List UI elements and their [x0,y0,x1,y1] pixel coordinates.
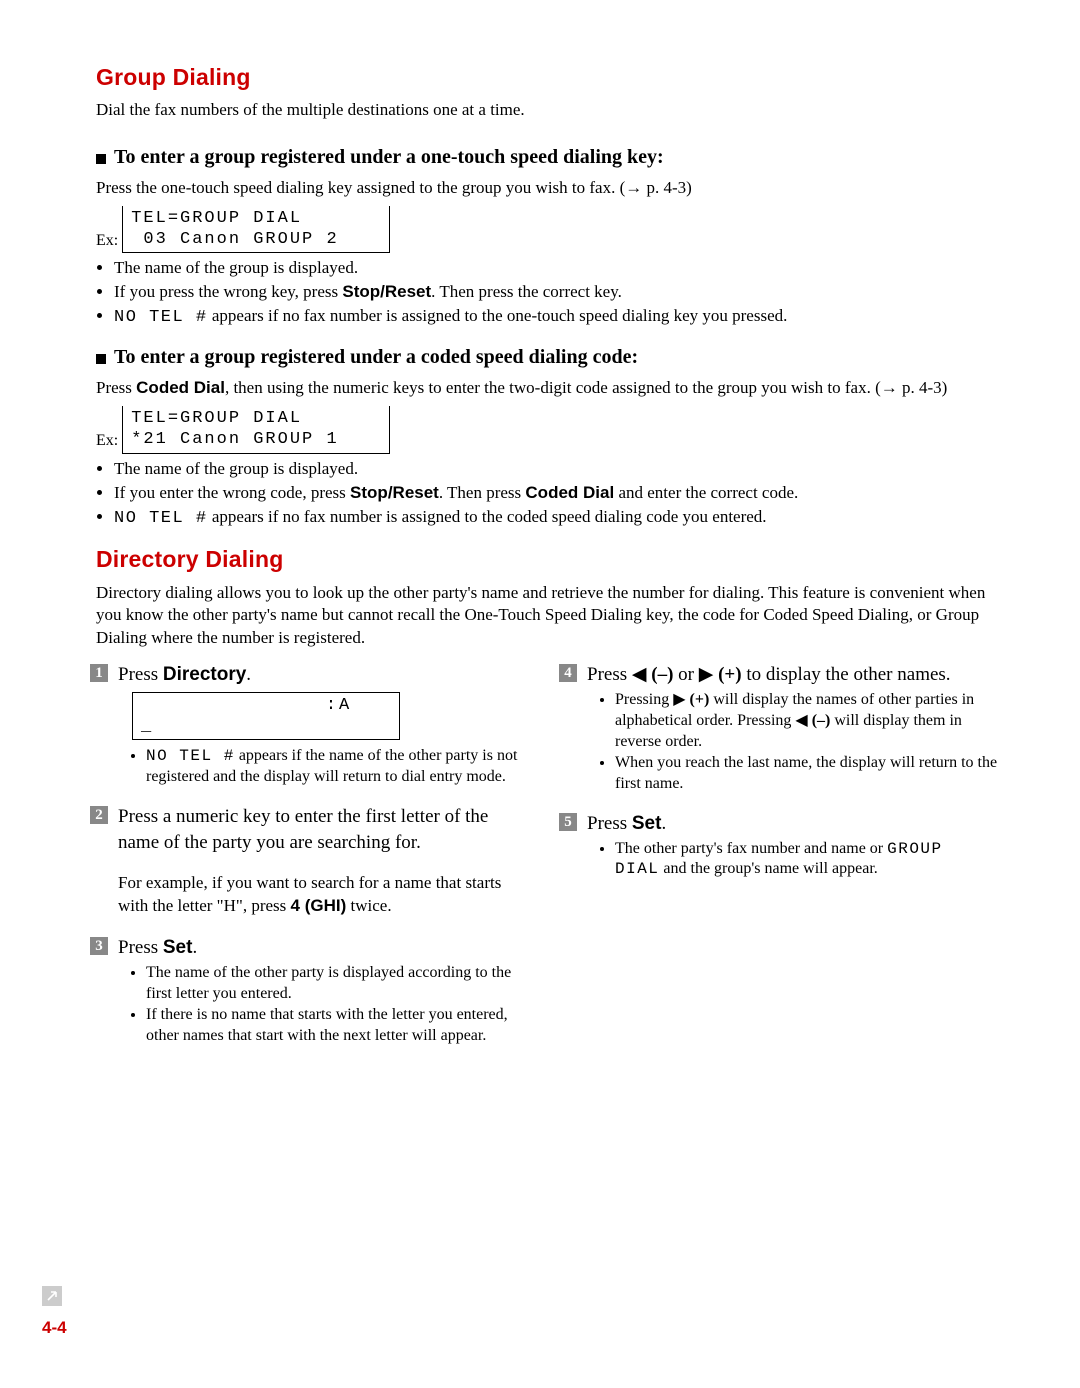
step-number-1: 1 [90,664,108,682]
page-content: Group Dialing Dial the fax numbers of th… [0,0,1080,1063]
step-5-bullets: The other party's fax number and name or… [587,839,998,881]
intro-group-dialing: Dial the fax numbers of the multiple des… [96,99,998,122]
coded-bullet-3: NO TEL # appears if no fax number is ass… [114,506,998,531]
step-2: 2 Press a numeric key to enter the first… [96,804,529,918]
heading-group-dialing: Group Dialing [96,62,998,93]
lcd-display-one-touch: TEL=GROUP DIAL 03 Canon GROUP 2 [122,206,390,254]
intro-directory: Directory dialing allows you to look up … [96,582,998,651]
one-touch-instruction: Press the one-touch speed dialing key as… [96,177,998,200]
lcd-display-step1: :A _ [132,692,400,741]
lcd-display-coded: TEL=GROUP DIAL *21 Canon GROUP 1 [122,406,390,454]
example-label: Ex: [96,230,118,254]
subheading-coded-text: To enter a group registered under a code… [114,344,638,371]
step-2-body: For example, if you want to search for a… [118,872,529,918]
step-4-bullet-2: When you reach the last name, the displa… [615,753,998,795]
left-triangle-icon: ◀ [632,664,647,685]
coded-bullet-2: If you enter the wrong code, press Stop/… [114,482,998,505]
step-3-bullets: The name of the other party is displayed… [118,963,529,1047]
arrow-icon: → [625,178,642,197]
arrow-icon: → [881,378,898,397]
right-column: 4 Press ◀ (–) or ▶ (+) to display the ot… [565,662,998,1063]
coded-bullet-1: The name of the group is displayed. [114,458,998,481]
step-3-bullet-1: The name of the other party is displayed… [146,963,529,1005]
step-3-bullet-2: If there is no name that starts with the… [146,1005,529,1047]
step-2-head: Press a numeric key to enter the first l… [118,804,529,855]
step-1-head: Press Directory. [118,662,529,688]
step-5-head: Press Set. [587,811,998,837]
steps-columns: 1 Press Directory. :A _ NO TEL # appears… [96,662,998,1063]
step-1: 1 Press Directory. :A _ NO TEL # appears… [96,662,529,788]
step-4-bullet-1: Pressing ▶ (+) will display the names of… [615,690,998,752]
example-label: Ex: [96,430,118,454]
step-number-5: 5 [559,813,577,831]
step-number-2: 2 [90,806,108,824]
subheading-one-touch: To enter a group registered under a one-… [96,144,998,171]
one-touch-bullet-3: NO TEL # appears if no fax number is ass… [114,305,998,330]
page-number: 4-4 [42,1317,67,1340]
left-triangle-icon: ◀ [795,712,807,729]
bullet-marker-icon [96,154,106,164]
subheading-one-touch-text: To enter a group registered under a one-… [114,144,664,171]
example-row-one-touch: Ex: TEL=GROUP DIAL 03 Canon GROUP 2 [96,206,998,254]
side-tab-icon [42,1286,62,1306]
example-row-coded: Ex: TEL=GROUP DIAL *21 Canon GROUP 1 [96,406,998,454]
step-4: 4 Press ◀ (–) or ▶ (+) to display the ot… [565,662,998,795]
step-1-bullets: NO TEL # appears if the name of the othe… [118,746,529,788]
step-number-4: 4 [559,664,577,682]
step-3: 3 Press Set. The name of the other party… [96,935,529,1047]
step-1-bullet-1: NO TEL # appears if the name of the othe… [146,746,529,788]
coded-instruction: Press Coded Dial, then using the numeric… [96,377,998,400]
one-touch-bullets: The name of the group is displayed. If y… [96,257,998,330]
subheading-coded: To enter a group registered under a code… [96,344,998,371]
step-number-3: 3 [90,937,108,955]
heading-directory-dialing: Directory Dialing [96,544,998,575]
step-3-head: Press Set. [118,935,529,961]
left-column: 1 Press Directory. :A _ NO TEL # appears… [96,662,529,1063]
coded-bullets: The name of the group is displayed. If y… [96,458,998,531]
right-triangle-icon: ▶ [673,691,685,708]
step-5: 5 Press Set. The other party's fax numbe… [565,811,998,880]
step-5-bullet-1: The other party's fax number and name or… [615,839,998,881]
one-touch-bullet-2: If you press the wrong key, press Stop/R… [114,281,998,304]
step-4-head: Press ◀ (–) or ▶ (+) to display the othe… [587,662,998,688]
step-4-bullets: Pressing ▶ (+) will display the names of… [587,690,998,795]
bullet-marker-icon [96,354,106,364]
one-touch-bullet-1: The name of the group is displayed. [114,257,998,280]
right-triangle-icon: ▶ [699,664,714,685]
